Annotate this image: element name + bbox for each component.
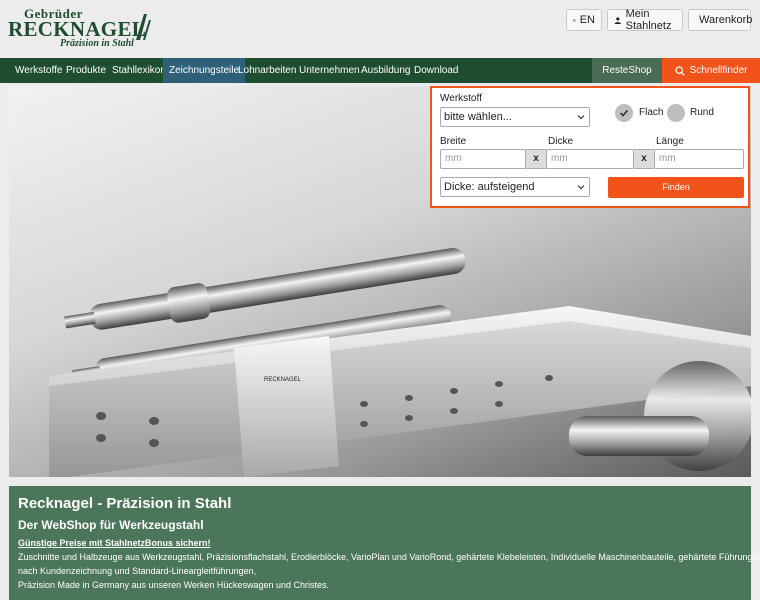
schnellfinder-panel: Werkstoff bitte wählen... Flach Rund Bre… — [430, 86, 750, 208]
info-title: Recknagel - Präzision in Stahl — [18, 495, 232, 512]
globe-icon — [573, 18, 576, 22]
cart-label: Warenkorb — [699, 14, 753, 26]
info-line-2: nach Kundenzeichnung und Standard-Linear… — [18, 566, 257, 576]
info-box: Recknagel - Präzision in Stahl Der WebSh… — [9, 486, 760, 600]
werkstoff-label: Werkstoff — [440, 93, 482, 104]
bonus-link[interactable]: Günstige Preise mit StahlnetzBonus siche… — [18, 538, 211, 548]
flach-label: Flach — [639, 107, 664, 118]
nav-item-lohnarbeiten[interactable]: Lohnarbeiten — [232, 58, 302, 83]
sort-value: Dicke: aufsteigend — [444, 181, 535, 193]
flach-radio[interactable] — [615, 104, 633, 122]
cart-button[interactable]: Warenkorb — [688, 9, 753, 31]
language-label: EN — [579, 14, 595, 26]
account-label: Mein Stahlnetz — [625, 8, 672, 32]
dicke-input[interactable]: mm — [546, 149, 634, 169]
language-button[interactable]: EN — [566, 9, 602, 31]
rund-radio[interactable] — [667, 104, 685, 122]
reste-shop-link[interactable]: ResteShop — [592, 58, 662, 83]
info-line-1: Zuschnitte und Halbzeuge aus Werkzeugsta… — [18, 552, 760, 562]
rund-label: Rund — [690, 107, 714, 118]
logo-mark-icon — [136, 14, 151, 40]
nav-item-download[interactable]: Download — [408, 58, 464, 83]
finden-button[interactable]: Finden — [608, 177, 744, 198]
user-icon — [614, 16, 621, 24]
search-icon — [674, 65, 685, 76]
chevron-down-icon — [577, 115, 585, 120]
chevron-down-icon — [577, 185, 585, 190]
info-subtitle: Der WebShop für Werkzeugstahl — [18, 518, 204, 532]
werkstoff-select[interactable]: bitte wählen... — [440, 107, 590, 127]
sort-select[interactable]: Dicke: aufsteigend — [440, 177, 590, 197]
recknagel-logo[interactable]: Gebrüder RECKNAGEL Präzision in Stahl — [8, 4, 158, 54]
dicke-label: Dicke — [548, 136, 574, 147]
laenge-input[interactable]: mm — [654, 149, 744, 169]
schnellfinder-label: Schnellfinder — [689, 65, 748, 76]
account-button[interactable]: Mein Stahlnetz — [607, 8, 683, 32]
header: Gebrüder RECKNAGEL Präzision in Stahl EN… — [0, 0, 760, 58]
laenge-label: Länge — [656, 136, 684, 147]
x-separator: x — [526, 149, 546, 169]
main-nav: Werkstoffe Produkte Stahllexikon Zeichnu… — [0, 58, 760, 83]
nav-item-produkte[interactable]: Produkte — [60, 58, 112, 83]
info-line-3: Präzision Made in Germany aus unseren We… — [18, 580, 329, 590]
breite-input[interactable]: mm — [440, 149, 526, 169]
werkstoff-value: bitte wählen... — [444, 111, 512, 123]
check-icon — [620, 110, 629, 117]
breite-label: Breite — [440, 136, 467, 147]
x-separator: x — [634, 149, 654, 169]
logo-tagline: Präzision in Stahl — [60, 38, 134, 49]
schnellfinder-button[interactable]: Schnellfinder — [662, 58, 760, 83]
engraving-text: RECKNAGEL — [264, 377, 302, 383]
